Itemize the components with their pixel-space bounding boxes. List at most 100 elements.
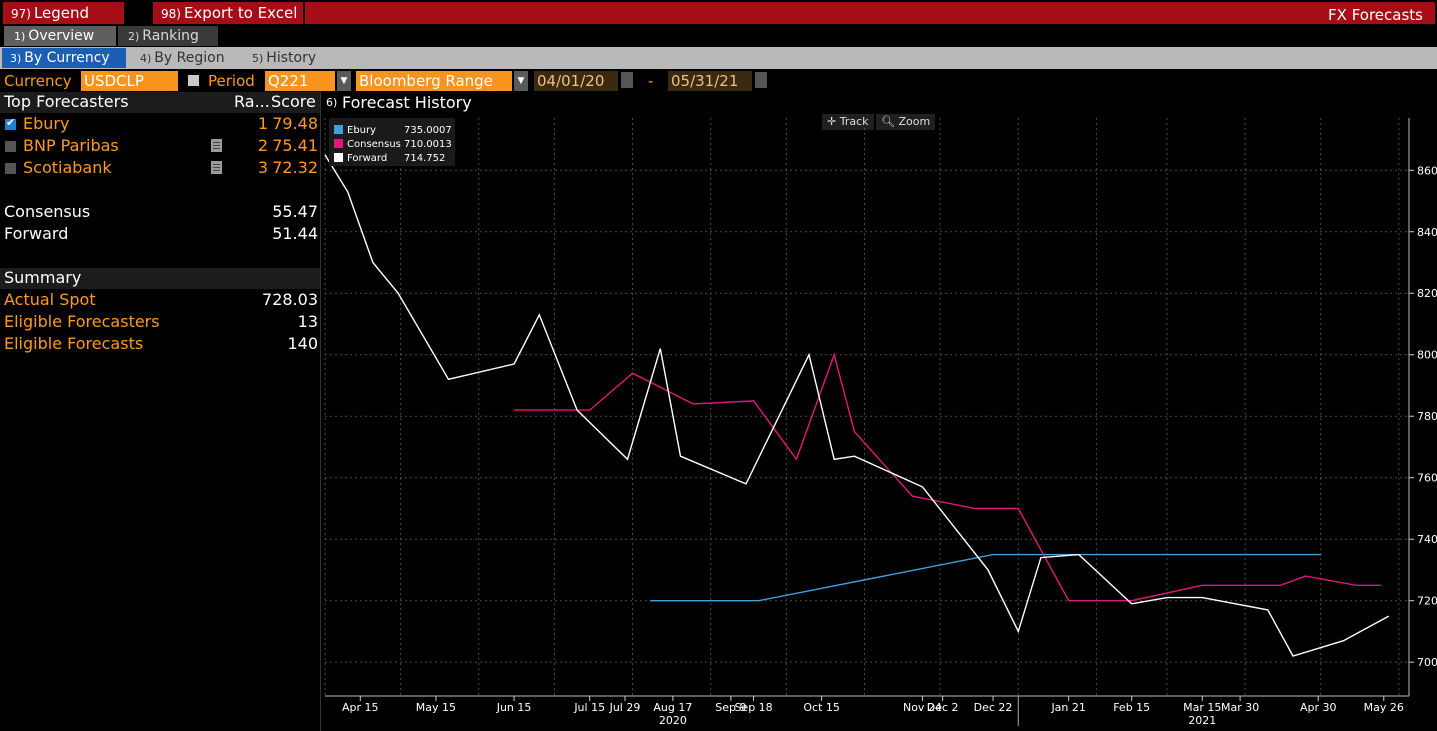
y-tick-label: 740 <box>1417 533 1437 546</box>
range-dropdown-icon[interactable]: ▼ <box>514 71 528 91</box>
document-icon[interactable] <box>211 161 222 174</box>
period-label: Period <box>208 72 255 90</box>
start-date-input[interactable]: 04/01/20 <box>534 71 618 91</box>
chart-header: 6) Forecast History <box>322 92 1437 114</box>
x-tick-label: Dec 22 <box>974 701 1013 714</box>
period-input[interactable]: Q221 <box>265 71 335 91</box>
x-tick-label: Sep 18 <box>734 701 772 714</box>
y-tick-label: 820 <box>1417 287 1437 300</box>
tab-overview-label: Overview <box>28 28 95 44</box>
legend-label: Legend <box>33 4 90 22</box>
legend-name: Ebury <box>347 125 376 136</box>
eligible-forecasters-label: Eligible Forecasters <box>4 312 160 331</box>
year-label-2021: 2021 <box>1188 714 1216 727</box>
chart-axes: 700 720 740 760 780 800 820 840 860 Apr 15 May 15 J… <box>325 118 1437 727</box>
rank-column-header[interactable]: Ra... <box>234 91 270 113</box>
document-icon[interactable] <box>211 139 222 152</box>
tab-overview[interactable]: 1) Overview <box>4 26 116 46</box>
tab-ranking[interactable]: 2) Ranking <box>118 26 218 46</box>
tab-by-region-label: By Region <box>154 50 225 66</box>
summary-heading: Summary <box>4 268 82 287</box>
bnp-paribas-checkbox[interactable] <box>5 141 16 152</box>
x-tick-label: Feb 15 <box>1113 701 1150 714</box>
y-tick-label: 720 <box>1417 595 1437 608</box>
title-bar: FX Forecasts <box>305 2 1435 24</box>
export-excel-button[interactable]: 98) Export to Excel <box>153 2 303 24</box>
period-checkbox[interactable] <box>188 75 199 86</box>
y-tick-label: 760 <box>1417 472 1437 485</box>
tab-history-label: History <box>266 50 317 66</box>
chart-legend: Ebury 735.0007Consensus 710.0013 Forward 714… <box>329 118 455 166</box>
scotiabank-checkbox[interactable] <box>5 163 16 174</box>
score-column-header[interactable]: Score <box>271 91 316 113</box>
chart-title: Forecast History <box>342 93 472 112</box>
legend-swatch <box>334 153 343 162</box>
range-select[interactable]: Bloomberg Range <box>356 71 512 91</box>
year-label-2020: 2020 <box>659 714 687 727</box>
currency-input[interactable]: USDCLP <box>81 71 178 91</box>
tab-by-currency[interactable]: 3) By Currency <box>2 48 126 68</box>
tab-by-currency-label: By Currency <box>24 50 110 66</box>
end-date-input[interactable]: 05/31/21 <box>668 71 752 91</box>
y-tick-label: 860 <box>1417 164 1437 177</box>
eligible-forecasters-value: 13 <box>297 312 318 331</box>
tab-history-shortcut: 5) <box>252 52 264 65</box>
legend-swatch <box>334 139 343 148</box>
forecaster-rank: 1 <box>257 114 268 133</box>
x-tick-label: Mar 15 <box>1183 701 1221 714</box>
series-line-ebury <box>650 553 1321 602</box>
consensus-score: 55.47 <box>272 202 318 221</box>
forecasters-panel <box>0 92 321 731</box>
y-tick-label: 840 <box>1417 226 1437 239</box>
forecaster-score: 75.41 <box>272 136 318 155</box>
forecaster-rank: 3 <box>257 158 268 177</box>
chart-series <box>324 154 1390 657</box>
tab-history[interactable]: 5) History <box>244 48 334 68</box>
x-tick-label: Mar 30 <box>1221 701 1259 714</box>
x-tick-label: Jun 15 <box>496 701 532 714</box>
forecaster-name: Ebury <box>23 114 70 133</box>
tab-by-region[interactable]: 4) By Region <box>132 48 242 68</box>
start-calendar-icon[interactable] <box>621 72 633 88</box>
legend-button[interactable]: 97) Legend <box>3 2 124 24</box>
actual-spot-label: Actual Spot <box>4 290 96 309</box>
chart-grid <box>324 118 1409 696</box>
chart-shortcut: 6) <box>326 96 338 109</box>
tab-by-currency-shortcut: 3) <box>10 52 22 65</box>
forward-label: Forward <box>4 224 69 243</box>
forecaster-name: Scotiabank <box>23 158 112 177</box>
app-title: FX Forecasts <box>1328 6 1423 24</box>
legend-value: 710.0013 <box>404 139 452 150</box>
legend-name: Consensus <box>347 139 401 150</box>
x-tick-label: Oct 15 <box>803 701 840 714</box>
legend-swatch <box>334 125 343 134</box>
ebury-checkbox[interactable] <box>5 116 16 130</box>
legend-value: 714.752 <box>404 153 445 164</box>
top-forecasters-heading: Top Forecasters <box>4 92 129 111</box>
forecaster-name: BNP Paribas <box>23 136 119 155</box>
y-tick-label: 800 <box>1417 349 1437 362</box>
forecaster-rank: 2 <box>257 136 268 155</box>
consensus-label: Consensus <box>4 202 91 221</box>
x-tick-label: Apr 30 <box>1300 701 1337 714</box>
end-calendar-icon[interactable] <box>755 72 767 88</box>
x-tick-label: May 15 <box>416 701 456 714</box>
tab-ranking-label: Ranking <box>142 28 199 44</box>
eligible-forecasts-value: 140 <box>287 334 318 353</box>
eligible-forecasts-label: Eligible Forecasts <box>4 334 144 353</box>
currency-label: Currency <box>4 72 72 90</box>
actual-spot-value: 728.03 <box>262 290 318 309</box>
period-dropdown-icon[interactable]: ▼ <box>337 71 351 91</box>
export-label: Export to Excel <box>183 4 298 22</box>
x-tick-label: Dec 2 <box>927 701 959 714</box>
y-tick-label: 700 <box>1417 656 1437 669</box>
x-tick-label: May 26 <box>1364 701 1404 714</box>
forecaster-score: 79.48 <box>272 114 318 133</box>
tab-overview-shortcut: 1) <box>14 30 26 43</box>
legend-value: 735.0007 <box>404 125 452 136</box>
x-tick-label: Apr 15 <box>342 701 379 714</box>
x-tick-label: Jul 15 <box>573 701 605 714</box>
forecast-history-chart[interactable]: 700 720 740 760 780 800 820 840 860 Apr 15 May 15 J… <box>322 114 1437 731</box>
legend-shortcut: 97) <box>11 7 31 21</box>
y-tick-label: 780 <box>1417 410 1437 423</box>
